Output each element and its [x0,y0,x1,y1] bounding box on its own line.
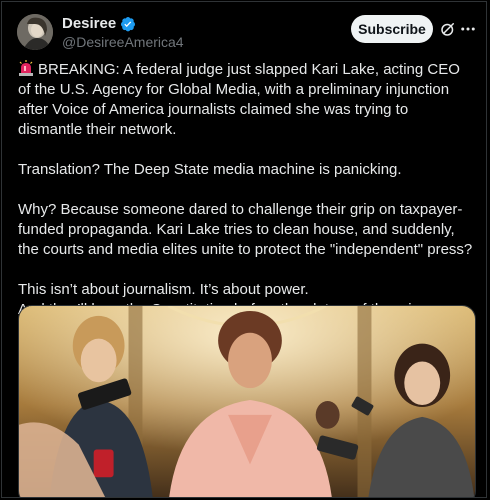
author-handle[interactable]: @DesireeAmerica4 [62,34,184,50]
post-paragraph: Why? Because someone dared to challenge … [18,201,473,258]
author-display-name[interactable]: Desiree [62,15,116,32]
post-card: Desiree @DesireeAmerica4 Subscribe BREAK… [1,1,487,498]
post-paragraph: Translation? The Deep State media machin… [18,161,402,178]
siren-emoji-icon [18,60,34,76]
grok-icon[interactable] [439,20,457,38]
more-options-icon[interactable] [459,20,477,38]
subscribe-button[interactable]: Subscribe [351,15,433,43]
post-paragraph-text: BREAKING: A federal judge just slapped K… [18,61,460,138]
post-text: BREAKING: A federal judge just slapped K… [18,60,474,320]
post-media-photo[interactable] [18,305,476,497]
author-name-row: Desiree [62,15,136,32]
post-line: This isn’t about journalism. It’s about … [18,281,309,298]
post-header: Desiree @DesireeAmerica4 Subscribe [2,2,486,62]
avatar[interactable] [17,14,53,50]
post-paragraph: BREAKING: A federal judge just slapped K… [18,60,474,140]
verified-badge-icon [120,16,136,32]
